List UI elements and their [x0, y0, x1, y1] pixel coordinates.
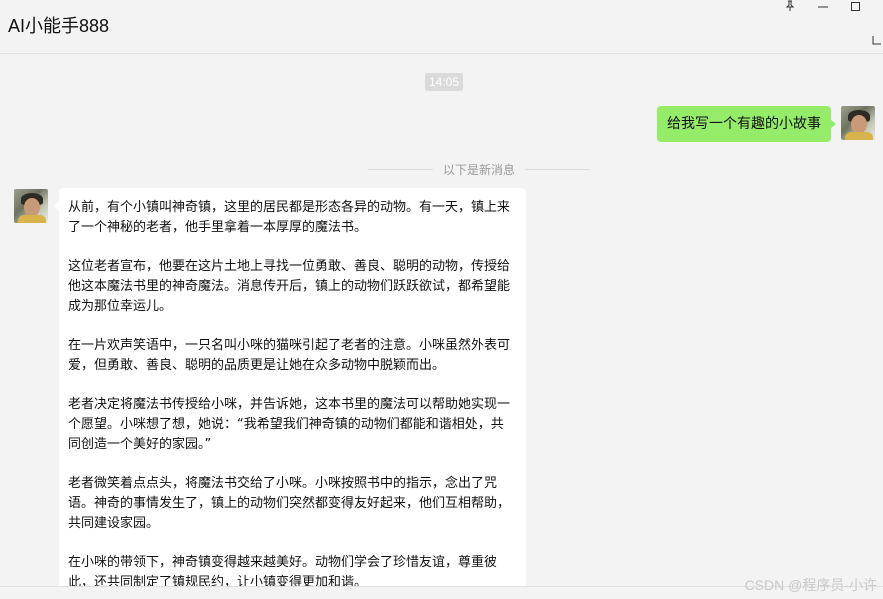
story-paragraph: 从前，有个小镇叫神奇镇，这里的居民都是形态各异的动物。有一天，镇上来了一个神秘的… — [68, 200, 511, 235]
maximize-icon[interactable] — [846, 0, 866, 14]
new-messages-divider: 以下是新消息 — [368, 161, 591, 177]
story-paragraph: 老者微笑着点点头，将魔法书交给了小咪。小咪按照书中的指示，念出了咒语。神奇的事情… — [68, 476, 511, 531]
divider-line-right — [525, 168, 591, 170]
incoming-message-bubble[interactable]: 从前，有个小镇叫神奇镇，这里的居民都是形态各异的动物。有一天，镇上来了一个神秘的… — [54, 188, 526, 586]
story-paragraph: 这位老者宣布，他要在这片土地上寻找一位勇敢、善良、聪明的动物，传授给他这本魔法书… — [68, 259, 511, 314]
minimize-icon[interactable] — [813, 0, 833, 14]
new-messages-label: 以下是新消息 — [443, 162, 516, 177]
resize-corner-icon[interactable] — [872, 30, 882, 45]
chat-title: AI小能手888 — [8, 16, 110, 36]
chat-window: AI小能手888 14:05 给我写一个有趣的小故事 以下是新消息 从前，有个小… — [0, 0, 883, 599]
story-paragraph: 老者决定将魔法书传授给小咪，并告诉她，这本书里的魔法可以帮助她实现一个愿望。小咪… — [68, 397, 511, 452]
story-paragraph: 在小咪的带领下，神奇镇变得越来越美好。动物们学会了珍惜友谊，尊重彼此，还共同制定… — [68, 555, 498, 586]
contact-avatar[interactable] — [14, 189, 48, 223]
message-list[interactable]: 14:05 给我写一个有趣的小故事 以下是新消息 从前，有个小镇叫神奇镇，这里的… — [0, 55, 883, 586]
divider-line-left — [368, 168, 433, 170]
csdn-watermark: CSDN @程序员-小许 — [744, 577, 877, 593]
outgoing-message-bubble[interactable]: 给我写一个有趣的小故事 — [657, 106, 836, 142]
message-timestamp: 14:05 — [425, 73, 464, 91]
story-paragraph: 在一片欢声笑语中，一只名叫小咪的猫咪引起了老者的注意。小咪虽然外表可爱，但勇敢、… — [68, 338, 511, 373]
pin-icon[interactable] — [780, 0, 800, 13]
my-avatar[interactable] — [841, 106, 875, 140]
title-bar: AI小能手888 — [0, 0, 883, 54]
